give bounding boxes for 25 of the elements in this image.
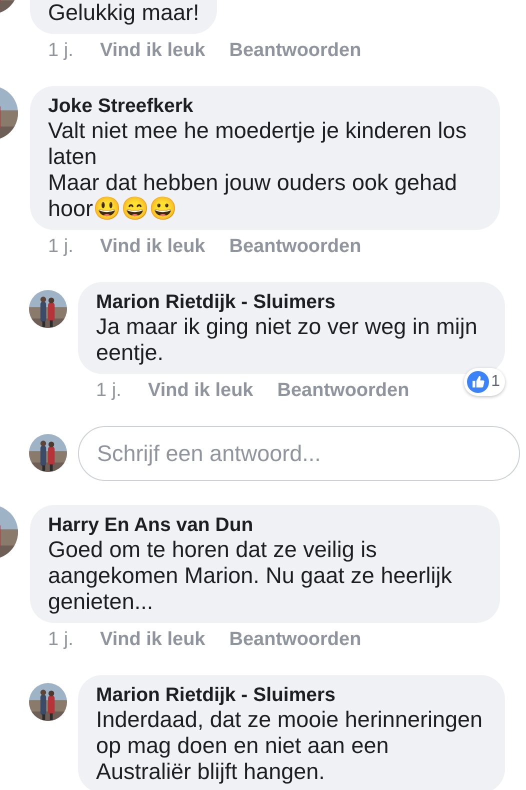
like-link[interactable]: Vind ik leuk — [100, 629, 206, 651]
comment-text: Ja maar ik ging niet zo ver weg in mijn eentje. — [96, 314, 478, 366]
like-link[interactable]: Vind ik leuk — [100, 236, 206, 258]
reply-link[interactable]: Beantwoorden — [229, 629, 362, 651]
reply-link[interactable]: Beantwoorden — [229, 236, 362, 258]
like-link[interactable]: Vind ik leuk — [100, 40, 206, 62]
timestamp: 1 j. — [48, 40, 74, 62]
comment-text: Goed om te horen dat ze veilig is aangekomen Marion. Nu gaat ze heerlijk genieten... — [48, 537, 453, 615]
like-link[interactable]: Vind ik leuk — [148, 380, 254, 402]
reaction-badge[interactable]: 1 — [464, 368, 505, 396]
author-name[interactable]: Harry En Ans van Dun — [48, 513, 482, 537]
timestamp: 1 j. — [48, 629, 74, 651]
timestamp: 1 j. — [48, 236, 74, 258]
comment-text: Inderdaad, dat ze mooie herinneringen op mag doen en niet aan een Australiër blijft hangen. — [96, 707, 484, 785]
author-name[interactable]: Joke Streefkerk — [48, 94, 482, 118]
thumbs-up-icon — [467, 371, 490, 393]
author-name[interactable]: Marion Rietdijk - Sluimers — [96, 683, 487, 707]
reply-link[interactable]: Beantwoorden — [229, 40, 362, 62]
reply-link[interactable]: Beantwoorden — [277, 380, 410, 402]
author-name[interactable]: Marion Rietdijk - Sluimers — [96, 290, 487, 314]
comment-text: Valt niet mee he moedertje je kinderen los laten Maar dat hebben jouw ouders ook gehad hoor😃😄😀 — [48, 118, 468, 222]
reply-field[interactable]: Schrijf een antwoord... — [78, 426, 520, 481]
timestamp: 1 j. — [96, 380, 122, 402]
comment-text: Gelukkig maar! — [48, 0, 200, 26]
reaction-count: 1 — [491, 373, 500, 391]
